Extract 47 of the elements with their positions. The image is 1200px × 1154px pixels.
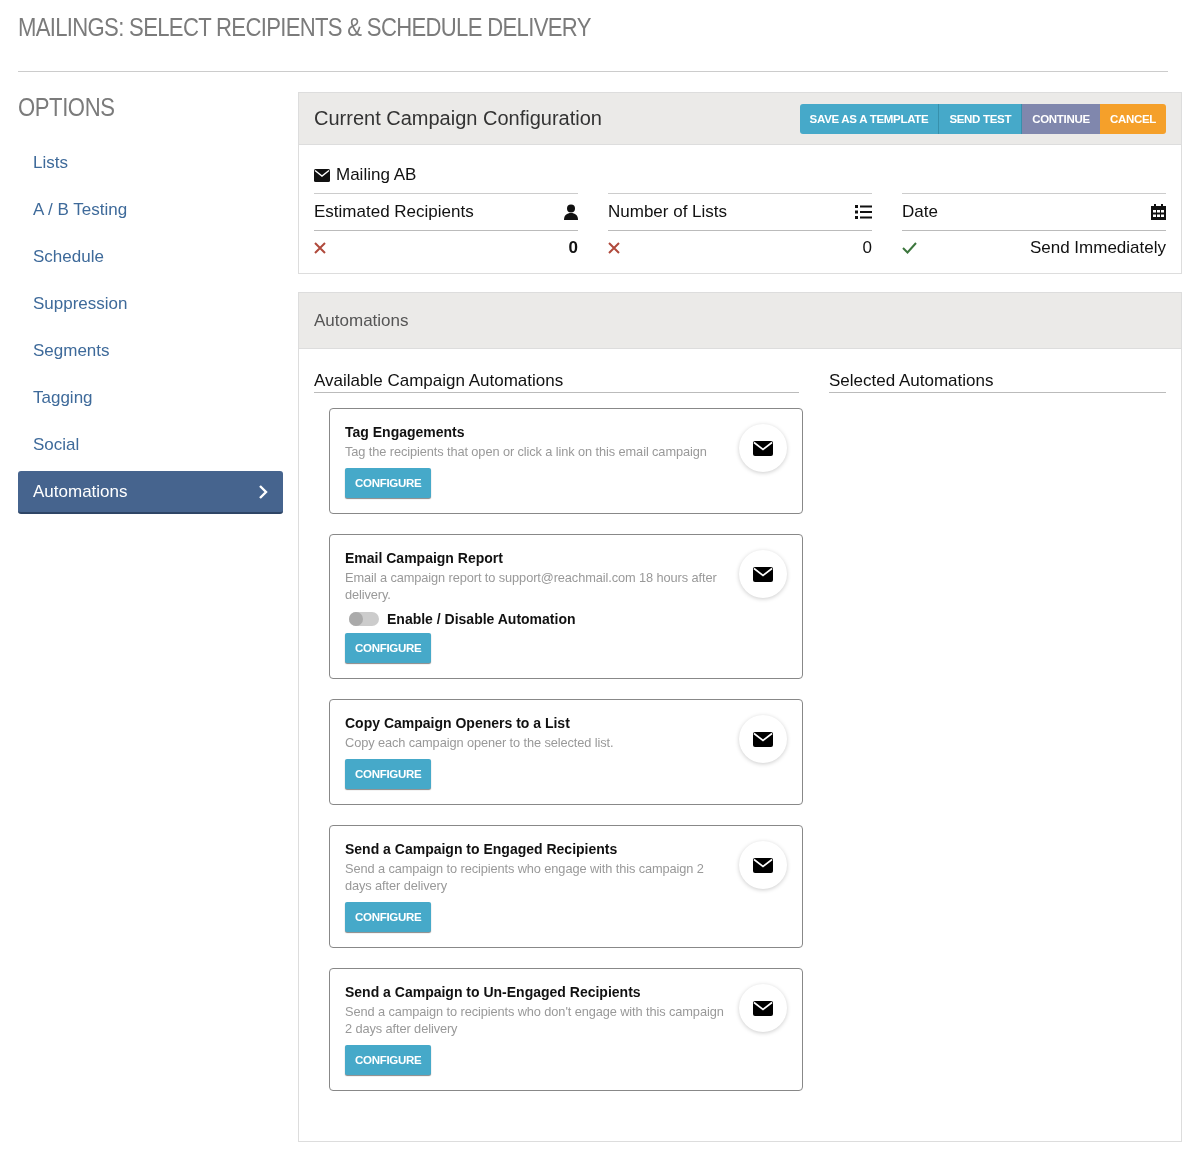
column-heading: Selected Automations xyxy=(829,371,1166,393)
sidebar-item[interactable]: Schedule xyxy=(18,236,283,277)
panel-title: Automations xyxy=(314,310,409,331)
toggle-label: Enable / Disable Automation xyxy=(387,611,576,627)
stat-value: Send Immediately xyxy=(1029,238,1166,258)
configure-button[interactable]: CONFIGURE xyxy=(345,633,432,663)
card-title: Send a Campaign to Un-Engaged Recipients xyxy=(345,984,642,1000)
configure-button[interactable]: CONFIGURE xyxy=(345,468,432,498)
header-button[interactable]: CONTINUE xyxy=(1022,103,1100,134)
configure-button[interactable]: CONFIGURE xyxy=(345,902,432,932)
header-button[interactable]: SEND TEST xyxy=(939,103,1023,134)
toggle-switch[interactable] xyxy=(349,612,379,626)
stat-value: 0 xyxy=(568,238,578,258)
card-title: Send a Campaign to Engaged Recipients xyxy=(345,841,619,857)
stat-label: Number of Lists xyxy=(608,202,728,222)
sidebar-item[interactable]: Automations xyxy=(18,471,283,514)
card-title: Copy Campaign Openers to a List xyxy=(345,715,571,731)
page-title: MAILINGS: SELECT RECIPIENTS & SCHEDULE DELIVERY xyxy=(18,11,592,44)
chevron-icon xyxy=(258,483,268,500)
card-description: Copy each campaign opener to the selected list. xyxy=(345,734,615,751)
card-description: Send a campaign to recipients who engage with this campaign 2 days after delivery xyxy=(345,860,705,894)
sidebar-item[interactable]: Social xyxy=(18,424,283,465)
panel-title: Current Campaign Configuration xyxy=(314,107,602,130)
header-button[interactable]: SAVE AS A TEMPLATE xyxy=(799,103,940,134)
sidebar-item[interactable]: Suppression xyxy=(18,283,283,324)
sidebar-title: OPTIONS xyxy=(18,92,116,124)
card-description: Email a campaign report to support@reachmail.com 18 hours after delivery. xyxy=(345,569,718,603)
person-icon xyxy=(564,204,578,220)
header-button[interactable]: CANCEL xyxy=(1099,103,1166,134)
envelope-icon xyxy=(314,168,330,182)
configure-button[interactable]: CONFIGURE xyxy=(345,759,432,789)
sidebar-item[interactable]: Tagging xyxy=(18,377,283,418)
stat-label: Date xyxy=(902,202,938,222)
card-title: Email Campaign Report xyxy=(345,550,504,566)
card-title: Tag Engagements xyxy=(345,424,466,440)
configure-button[interactable]: CONFIGURE xyxy=(345,1045,432,1075)
stat-label: Estimated Recipients xyxy=(314,202,474,222)
card-description: Send a campaign to recipients who don't engage with this campaign 2 days after delivery xyxy=(345,1003,725,1037)
column-heading: Available Campaign Automations xyxy=(314,371,799,393)
list-icon xyxy=(855,205,872,219)
sidebar-item[interactable]: Lists xyxy=(18,142,283,183)
sidebar-item[interactable]: Segments xyxy=(18,330,283,371)
mailing-name: Mailing AB xyxy=(336,165,417,185)
stat-value: 0 xyxy=(862,238,872,258)
calendar-icon xyxy=(1151,204,1166,220)
card-description: Tag the recipients that open or click a link on this email campaign xyxy=(345,443,708,460)
sidebar-item[interactable]: A / B Testing xyxy=(18,189,283,230)
